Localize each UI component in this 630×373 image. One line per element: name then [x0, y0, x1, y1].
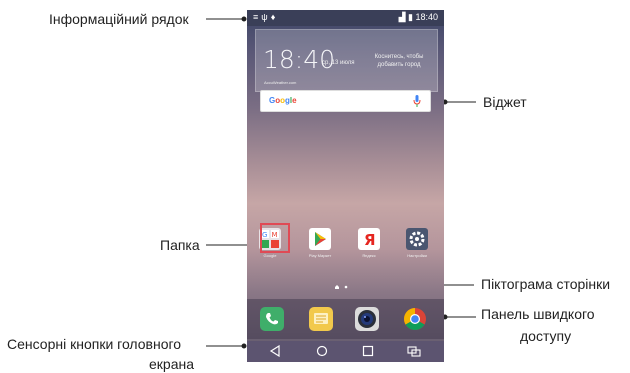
google-logo: Google [269, 96, 297, 105]
app-label: Google [263, 253, 277, 258]
home-icon[interactable] [316, 345, 328, 357]
home-page-icon [335, 285, 339, 289]
callout-home-touch-buttons-line1: Сенсорні кнопки головного [7, 336, 182, 352]
google-search-widget[interactable]: Google [261, 91, 430, 111]
back-icon[interactable] [269, 345, 281, 357]
camera-icon[interactable] [355, 307, 379, 331]
home-touch-buttons [247, 341, 444, 362]
callout-status-bar: Інформаційний рядок [49, 11, 189, 27]
status-time: 18:40 [415, 12, 438, 22]
messages-icon[interactable] [309, 307, 333, 331]
android-icon: ♦ [270, 12, 279, 22]
app-label: Play Маркет [308, 253, 332, 258]
phone-icon[interactable] [260, 307, 284, 331]
callout-page-icon: Піктограма сторінки [481, 276, 611, 292]
app-play-store[interactable]: Play Маркет [301, 228, 339, 258]
notification-icons: ≡ψ♦ [253, 12, 278, 22]
weather-widget[interactable]: 18:40 ср, 13 июля Коснитесь, чтобы добав… [255, 29, 438, 92]
status-bar: ≡ψ♦ ▟ ▮ 18:40 [247, 10, 444, 26]
chrome-icon[interactable] [403, 307, 427, 331]
app-settings[interactable]: Настройки [398, 228, 436, 258]
callout-quick-access-line2: доступу [520, 328, 572, 344]
signal-icon: ▟ [398, 12, 406, 22]
settings-icon [406, 228, 428, 250]
recent-apps-icon[interactable] [362, 345, 374, 357]
callout-quick-access-line1: Панель швидкого [481, 306, 595, 322]
callout-folder: Папка [160, 237, 200, 253]
app-yandex[interactable]: Я Яндекс [350, 228, 388, 258]
page-dot [344, 285, 348, 289]
widget-date: ср, 13 июля [322, 60, 355, 66]
svg-text:Я: Я [364, 231, 376, 249]
battery-icon: ▮ [408, 12, 413, 22]
microphone-icon[interactable] [413, 95, 421, 107]
widget-source: AccuWeather.com [264, 80, 297, 85]
play-store-icon [309, 228, 331, 250]
widget-add-city[interactable]: Коснитесь, чтобы добавить город [369, 53, 429, 69]
folder-highlight [260, 223, 290, 253]
app-label: Яндекс [362, 253, 376, 258]
app-label: Настройки [407, 253, 427, 258]
status-right: ▟ ▮ 18:40 [399, 12, 438, 23]
dual-window-icon[interactable] [407, 345, 421, 357]
page-indicator [335, 285, 348, 289]
callout-widget: Віджет [483, 94, 527, 110]
callout-home-touch-buttons-line2: екрана [149, 356, 195, 372]
yandex-icon: Я [358, 228, 380, 250]
quick-access-bar [247, 299, 444, 339]
usb-icon: ψ [261, 12, 271, 22]
phone-screen: ≡ψ♦ ▟ ▮ 18:40 18:40 ср, 13 июля Коснитес… [247, 10, 444, 362]
